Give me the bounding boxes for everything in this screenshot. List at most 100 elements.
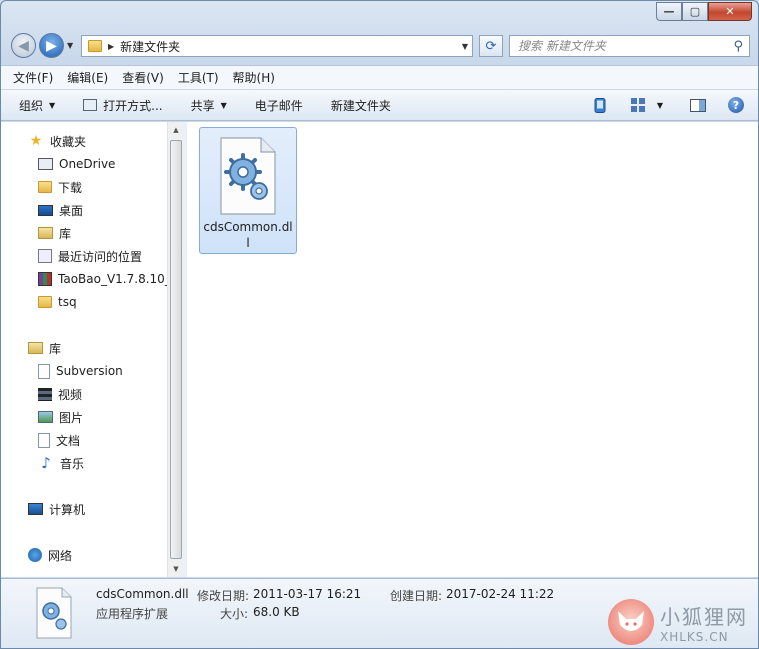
sidebar-item-label: TaoBao_V1.7.8.10_ — [58, 272, 167, 286]
onedrive-icon — [38, 158, 53, 170]
views-dropdown-button[interactable]: ▼ — [652, 97, 668, 113]
back-button[interactable]: ◀ — [11, 33, 36, 58]
sidebar-item-recent-places[interactable]: 最近访问的位置 — [1, 245, 142, 267]
sidebar-item-label: 收藏夹 — [50, 134, 87, 149]
search-input[interactable] — [518, 39, 723, 53]
file-item[interactable]: cdsCommon.dll — [199, 127, 297, 254]
scroll-thumb[interactable] — [170, 140, 182, 559]
menu-file[interactable]: 文件(F) — [13, 69, 53, 86]
folder-icon — [88, 40, 102, 52]
address-dropdown-button[interactable]: ▼ — [462, 42, 468, 51]
new-folder-button[interactable]: 新建文件夹 — [331, 97, 391, 114]
watermark-title: 小狐狸网 — [660, 604, 748, 629]
recent-pages-button[interactable]: ▼ — [67, 41, 73, 50]
sidebar-item-label: 网络 — [48, 548, 73, 563]
close-button[interactable]: ✕ — [708, 2, 752, 21]
sidebar-item-label: 视频 — [58, 387, 83, 402]
file-list-pane[interactable]: cdsCommon.dll — [187, 122, 758, 577]
share-label: 共享 — [190, 98, 215, 113]
sidebar-item-pictures[interactable]: 图片 — [1, 406, 83, 428]
folder-icon — [38, 296, 52, 308]
address-bar[interactable]: ▶ 新建文件夹 ▼ — [81, 35, 473, 57]
sidebar-item-tsq[interactable]: tsq — [1, 291, 77, 313]
sidebar-item-library-shortcut[interactable]: 库 — [1, 222, 71, 244]
sidebar-item-label: 桌面 — [59, 203, 84, 218]
chevron-down-icon: ▼ — [220, 100, 227, 110]
sidebar-libraries[interactable]: 库 — [1, 337, 61, 359]
sidebar-favorites[interactable]: ★ 收藏夹 — [1, 130, 86, 152]
minimize-button[interactable]: — — [656, 2, 682, 21]
chevron-down-icon: ▼ — [49, 100, 56, 110]
sidebar-item-label: 最近访问的位置 — [58, 249, 143, 264]
sidebar-computer[interactable]: 计算机 — [1, 498, 85, 520]
size-value: 68.0 KB — [253, 605, 300, 619]
sidebar-item-label: 下载 — [58, 180, 83, 195]
forward-button[interactable]: ▶ — [39, 33, 64, 58]
document-icon — [38, 432, 50, 448]
sidebar-item-music[interactable]: ♪ 音乐 — [1, 452, 84, 474]
caption-buttons: — ▢ ✕ — [656, 2, 752, 21]
organize-label: 组织 — [19, 98, 44, 113]
command-bar-right: ▼ ? — [570, 97, 744, 113]
sidebar-item-label: 库 — [59, 226, 72, 241]
dll-file-icon — [220, 137, 276, 215]
sidebar-item-label: Subversion — [56, 364, 123, 378]
phone-icon[interactable] — [592, 97, 608, 113]
library-icon — [38, 227, 53, 239]
sidebar-item-documents[interactable]: 文档 — [1, 429, 80, 451]
navigation-pane-scrollbar[interactable]: ▲ ▼ — [167, 122, 183, 577]
watermark-text: 小狐狸网 XHLKS.CN — [660, 601, 748, 644]
sidebar-item-videos[interactable]: 视频 — [1, 383, 82, 405]
fox-logo-icon — [608, 599, 654, 645]
watermark: 小狐狸网 XHLKS.CN — [608, 599, 748, 645]
created-date-value: 2017-02-24 11:22 — [446, 587, 555, 601]
navigation-bar: ◀ ▶ ▼ ▶ 新建文件夹 ▼ ⟳ ⚲ — [9, 31, 750, 61]
sidebar-item-desktop[interactable]: 桌面 — [1, 199, 83, 221]
menu-tools[interactable]: 工具(T) — [178, 69, 219, 86]
sidebar-network[interactable]: 网络 — [1, 544, 72, 566]
help-button[interactable]: ? — [728, 97, 744, 113]
open-with-button[interactable]: 打开方式... — [83, 97, 163, 114]
organize-button[interactable]: 组织 ▼ — [19, 97, 55, 114]
scroll-up-button[interactable]: ▲ — [168, 122, 184, 138]
menu-bar: 文件(F) 编辑(E) 查看(V) 工具(T) 帮助(H) — [1, 65, 758, 89]
menu-help[interactable]: 帮助(H) — [233, 69, 275, 86]
command-bar: 组织 ▼ 打开方式... 共享 ▼ 电子邮件 新建文件夹 ▼ ? — [1, 89, 758, 121]
sidebar-item-onedrive[interactable]: OneDrive — [1, 153, 115, 175]
sidebar-item-label: 音乐 — [60, 456, 85, 471]
email-button[interactable]: 电子邮件 — [255, 97, 303, 114]
sidebar-item-taobao[interactable]: TaoBao_V1.7.8.10_ — [1, 268, 167, 290]
application-icon — [83, 99, 98, 111]
dll-file-icon — [36, 587, 72, 639]
scroll-down-button[interactable]: ▼ — [168, 561, 184, 577]
sidebar-item-label: tsq — [58, 295, 77, 309]
change-view-icon[interactable] — [630, 97, 646, 113]
explorer-window: — ▢ ✕ ◀ ▶ ▼ ▶ 新建文件夹 ▼ ⟳ ⚲ 文件(F) 编辑(E) 查看… — [0, 0, 759, 649]
breadcrumb-current-folder[interactable]: 新建文件夹 — [120, 38, 180, 55]
search-box: ⚲ — [509, 35, 750, 57]
downloads-folder-icon — [38, 181, 52, 193]
breadcrumb-arrow[interactable]: ▶ — [108, 42, 114, 51]
preview-pane-icon[interactable] — [690, 97, 706, 113]
network-icon — [28, 548, 42, 562]
modified-date-label: 修改日期: — [197, 589, 250, 603]
sidebar-item-subversion[interactable]: Subversion — [1, 360, 123, 382]
size-label: 大小: — [220, 607, 249, 621]
search-icon[interactable]: ⚲ — [733, 39, 743, 54]
sidebar-item-label: 库 — [49, 341, 62, 356]
maximize-button[interactable]: ▢ — [682, 2, 708, 21]
desktop-icon — [38, 204, 53, 216]
share-button[interactable]: 共享 ▼ — [191, 97, 227, 114]
sidebar-item-label: 图片 — [59, 410, 84, 425]
library-icon — [28, 342, 43, 354]
new-folder-label: 新建文件夹 — [330, 98, 391, 113]
sidebar-item-label: 计算机 — [49, 502, 86, 517]
recent-places-icon — [38, 249, 52, 263]
modified-date-value: 2011-03-17 16:21 — [253, 587, 362, 601]
menu-edit[interactable]: 编辑(E) — [67, 69, 108, 86]
picture-icon — [38, 411, 53, 423]
refresh-button[interactable]: ⟳ — [479, 35, 503, 57]
sidebar-item-downloads[interactable]: 下载 — [1, 176, 82, 198]
menu-view[interactable]: 查看(V) — [122, 69, 164, 86]
open-with-label: 打开方式... — [103, 98, 163, 113]
